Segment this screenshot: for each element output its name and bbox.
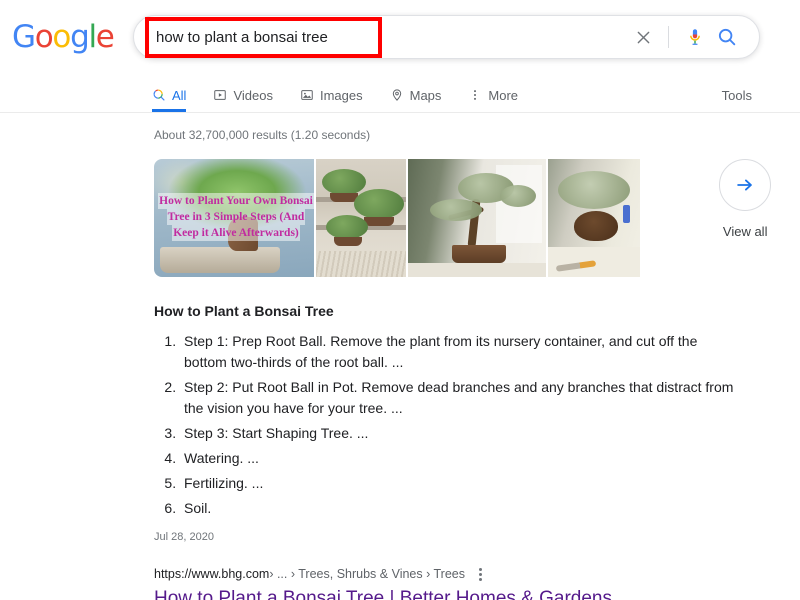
search-icon[interactable] — [711, 21, 743, 53]
tab-videos-label: Videos — [233, 87, 273, 103]
view-all-label: View all — [722, 224, 768, 239]
list-item: Fertilizing. ... — [180, 473, 740, 494]
logo-letter-o2: o — [52, 19, 71, 55]
tab-more-label: More — [488, 87, 519, 103]
arrow-right-icon — [719, 159, 772, 211]
search-header: Google how to plant a bonsai tree All Vi… — [0, 0, 800, 113]
thumbnail-3-table — [408, 263, 546, 277]
thumbnail-2-gravel — [316, 251, 406, 277]
list-item: Step 2: Put Root Ball in Pot. Remove dea… — [180, 377, 740, 419]
list-item: Step 3: Start Shaping Tree. ... — [180, 423, 740, 444]
list-item: Step 1: Prep Root Ball. Remove the plant… — [180, 331, 740, 373]
thumbnail-3-canopy-3 — [500, 185, 536, 207]
list-item: Soil. — [180, 498, 740, 519]
carousel-thumbnail-4[interactable] — [548, 159, 640, 277]
caption-line-2: Tree in 3 Simple Steps (And — [166, 209, 306, 225]
search-tabs: All Videos Images Maps More Tools — [0, 78, 800, 113]
tab-maps[interactable]: Maps — [390, 78, 455, 112]
caption-line-1: How to Plant Your Own Bonsai — [158, 193, 314, 209]
search-divider — [668, 26, 669, 48]
tab-maps-label: Maps — [409, 87, 442, 103]
image-icon — [300, 88, 314, 102]
thumbnail-4-rootball — [574, 211, 618, 241]
caption-line-3: Keep it Alive Afterwards) — [172, 225, 300, 241]
tab-more[interactable]: More — [468, 78, 531, 112]
kebab-dot — [479, 572, 483, 576]
tab-all[interactable]: All — [152, 78, 199, 112]
microphone-icon[interactable] — [679, 21, 711, 53]
tools-button[interactable]: Tools — [722, 78, 752, 112]
search-actions — [628, 21, 759, 53]
logo-letter-o1: o — [34, 19, 54, 55]
carousel-thumbnail-3[interactable] — [408, 159, 546, 277]
carousel-thumbnail-2[interactable] — [316, 159, 406, 277]
search-box[interactable] — [133, 15, 760, 59]
tab-images-label: Images — [319, 87, 363, 103]
thumbnail-1-caption: How to Plant Your Own Bonsai Tree in 3 S… — [154, 193, 314, 241]
thumbnail-2-pot-3 — [334, 237, 362, 246]
thumbnail-3-pot — [452, 245, 506, 263]
video-icon — [213, 88, 227, 102]
search-icon — [152, 88, 166, 102]
tab-all-label: All — [172, 87, 187, 103]
google-logo[interactable]: Google — [12, 19, 115, 55]
answer-steps-list: Step 1: Prep Root Ball. Remove the plant… — [154, 331, 800, 519]
logo-letter-e: e — [95, 19, 115, 55]
answer-date: Jul 28, 2020 — [154, 531, 214, 543]
view-all-button[interactable]: View all — [690, 159, 800, 239]
logo-letter-g2: g — [70, 19, 90, 55]
thumbnail-2-foliage-3 — [326, 215, 368, 239]
thumbnail-3-canopy-1 — [430, 199, 482, 221]
logo-letter-l: l — [88, 19, 97, 55]
more-vertical-icon — [468, 88, 482, 102]
search-results: About 32,700,000 results (1.20 seconds) … — [0, 113, 800, 600]
kebab-dot — [479, 577, 483, 581]
organic-result: https://www.bhg.com › ... › Trees, Shrub… — [154, 565, 800, 600]
more-vertical-icon[interactable] — [475, 566, 486, 583]
tab-videos[interactable]: Videos — [213, 78, 286, 112]
map-pin-icon — [390, 88, 404, 102]
kebab-dot — [479, 567, 483, 571]
thumbnail-2-foliage-2 — [354, 189, 404, 219]
carousel-thumbnail-1[interactable]: How to Plant Your Own Bonsai Tree in 3 S… — [154, 159, 314, 277]
image-carousel: How to Plant Your Own Bonsai Tree in 3 S… — [154, 159, 800, 277]
result-url-row: https://www.bhg.com › ... › Trees, Shrub… — [154, 565, 800, 583]
tab-images[interactable]: Images — [300, 78, 376, 112]
close-icon[interactable] — [628, 22, 658, 52]
results-count: About 32,700,000 results (1.20 seconds) — [154, 128, 371, 142]
breadcrumb: › ... › Trees, Shrubs & Vines › Trees — [269, 567, 466, 581]
thumbnail-1-pot — [160, 247, 280, 273]
answer-title: How to Plant a Bonsai Tree — [154, 303, 334, 319]
thumbnail-4-canopy — [558, 171, 630, 209]
search-input[interactable] — [134, 17, 628, 57]
thumbnail-4-clip — [623, 205, 630, 223]
thumbnail-2-pot-2 — [364, 217, 394, 226]
list-item: Watering. ... — [180, 448, 740, 469]
result-url[interactable]: https://www.bhg.com — [154, 565, 269, 583]
thumbnail-2-foliage-1 — [322, 169, 366, 195]
result-title-link[interactable]: How to Plant a Bonsai Tree | Better Home… — [154, 586, 800, 600]
carousel-thumbnails: How to Plant Your Own Bonsai Tree in 3 S… — [154, 159, 664, 277]
logo-letter-g1: G — [12, 19, 36, 55]
